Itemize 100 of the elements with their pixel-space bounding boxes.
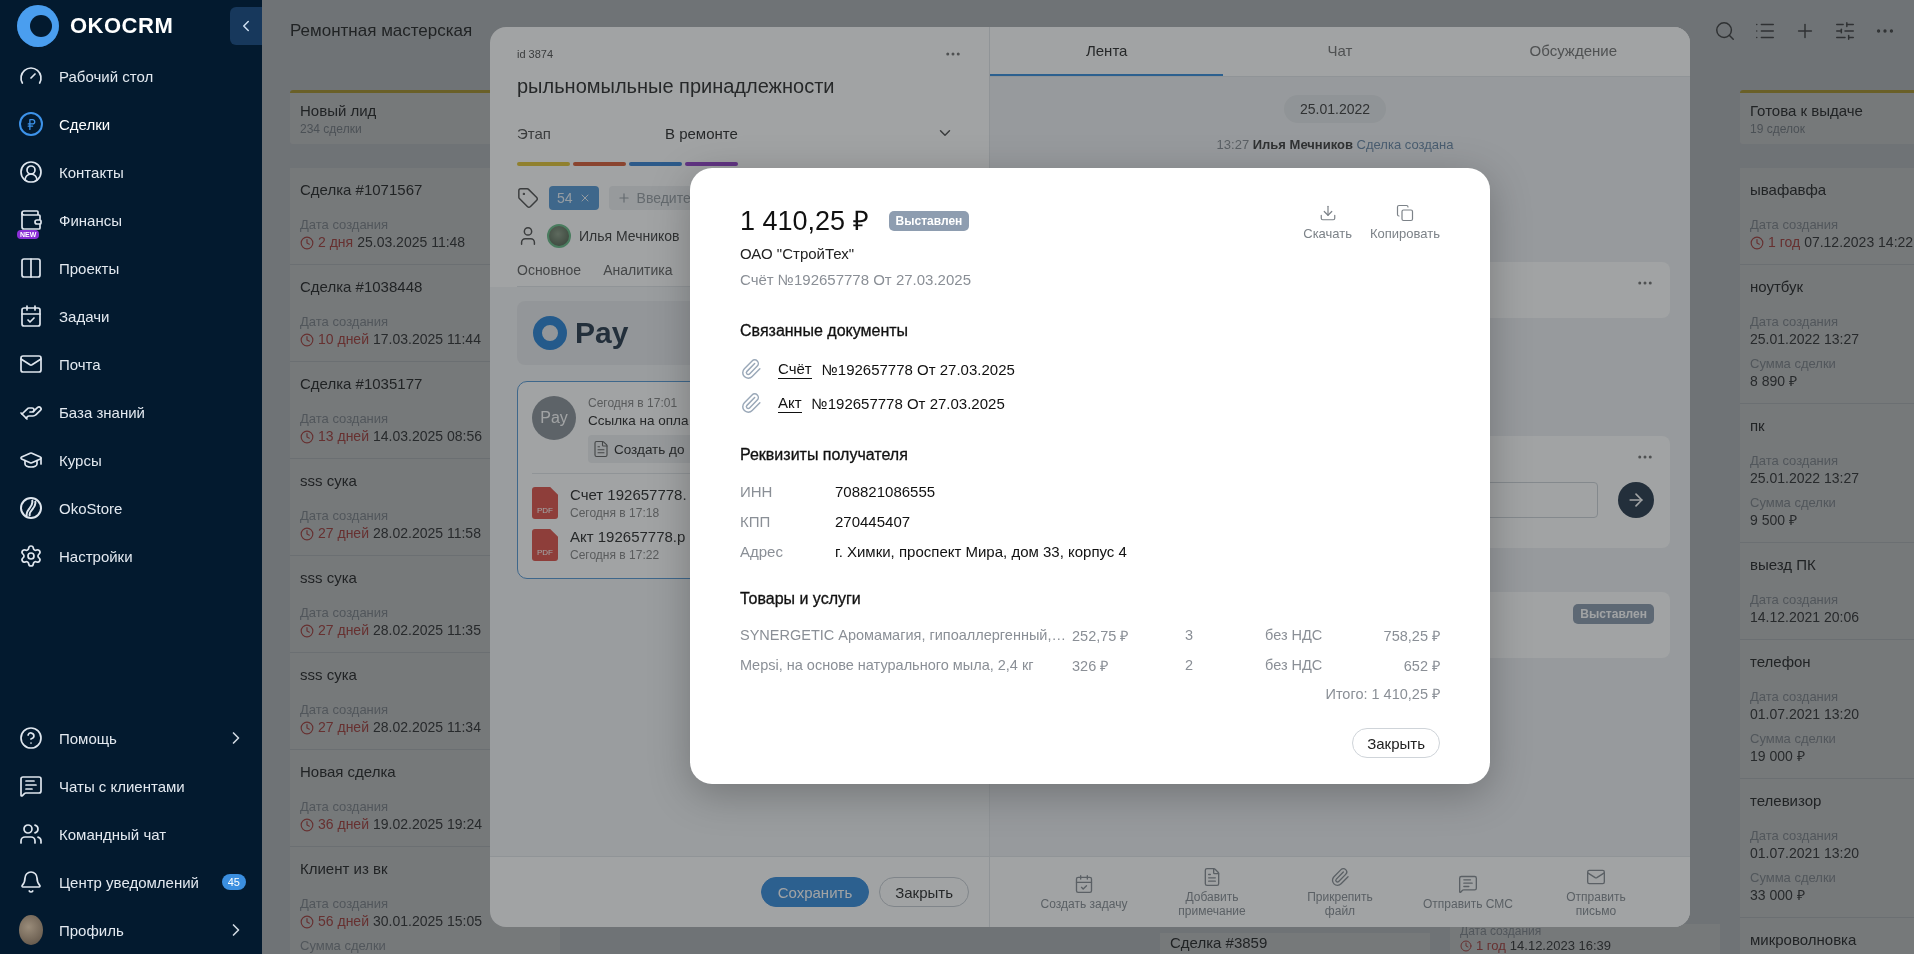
document-number: №192657778 От 27.03.2025 — [821, 360, 1015, 378]
file-name[interactable]: Акт 192657778.p — [570, 528, 686, 545]
date-pill: 25.01.2022 — [1283, 95, 1387, 123]
nav-item[interactable]: Рабочий стол — [0, 52, 262, 100]
invoice-total: Итого: 1 410,25 ₽ — [1324, 685, 1440, 704]
collapse-button[interactable] — [230, 7, 262, 45]
feed-event: 13:27 Илья Мечников Сделка создана — [1216, 137, 1454, 152]
close-button[interactable]: Закрыть — [879, 877, 969, 907]
nav-item[interactable]: Профиль — [0, 906, 262, 954]
deal-sum: 33 000 ₽ — [1750, 886, 1805, 905]
stage-select[interactable]: В ремонте — [665, 124, 962, 142]
nav-item[interactable]: Центр уведомлений 45 — [0, 858, 262, 906]
deal-card[interactable]: микроволновка — [1740, 918, 1914, 954]
feed-action-button[interactable]: Добавить примечание — [1164, 866, 1260, 918]
requisite-value: 708821086555 — [835, 482, 936, 500]
deal-date: 14.12.2021 20:06 — [1750, 608, 1859, 627]
field-label: Этап — [517, 124, 552, 142]
clock-icon — [300, 720, 314, 735]
deal-date: 01.07.2021 13:20 — [1750, 844, 1859, 863]
nav-item[interactable]: Сделки — [0, 100, 262, 148]
status-badge: Выставлен — [888, 211, 970, 231]
item-vat: без НДС — [1265, 657, 1324, 673]
store-logo-icon — [19, 496, 43, 520]
clock-icon — [300, 623, 314, 638]
requisite-label: Адрес — [740, 542, 784, 560]
item-name: SYNERGETIC Аромамагия, гипоаллергенный,… — [740, 627, 1067, 643]
deal-card[interactable]: Сделка #3859 — [1160, 933, 1430, 954]
deal-age: 2 дня — [318, 233, 354, 252]
deal-title: телефон — [1750, 652, 1811, 672]
deal-date: 28.02.2025 11:34 — [372, 718, 481, 737]
requisite-label: КПП — [740, 512, 772, 530]
nav-item[interactable]: База знаний — [0, 388, 262, 436]
message-time: Сегодня в 17:01 — [588, 396, 679, 410]
deal-sum: 19 000 ₽ — [1750, 747, 1805, 766]
nav-item[interactable]: Командный чат — [0, 810, 262, 858]
deal-date: 25.01.2022 13:27 — [1750, 330, 1859, 349]
feed-action-button[interactable]: Отправить письмо — [1548, 866, 1644, 918]
help-icon — [19, 726, 43, 750]
section-title: Связанные документы — [740, 321, 910, 341]
responsible-name: Илья Мечников — [579, 228, 680, 244]
requisite-label: ИНН — [740, 482, 774, 500]
feed-action-button[interactable]: Создать задачу — [1036, 873, 1132, 911]
nav-item[interactable]: Контакты — [0, 148, 262, 196]
clock-icon — [1750, 235, 1764, 250]
deal-id: id 3874 — [517, 48, 554, 60]
send-button[interactable] — [1618, 482, 1654, 518]
copy-button[interactable]: Копировать — [1370, 204, 1440, 241]
message-text: Ссылка на опла — [588, 413, 690, 428]
nav-item[interactable]: Задачи — [0, 292, 262, 340]
feed-tab[interactable]: Лента — [990, 27, 1224, 76]
item-total: 758,25 ₽ — [1383, 627, 1440, 645]
feed-action-button[interactable]: Прикрепить файл — [1292, 866, 1388, 918]
feed-tab[interactable]: Чат — [1223, 27, 1457, 76]
section-tab[interactable]: Аналитика — [603, 262, 673, 278]
item-name: Mepsi, на основе натурального мыла, 2,4 кг — [740, 657, 1035, 673]
deal-title: микроволновка — [1750, 930, 1857, 950]
chat-icon — [1458, 873, 1478, 894]
count-badge: 45 — [221, 874, 246, 890]
deal-date: 01.07.2021 13:20 — [1750, 705, 1859, 724]
deal-date: 25.03.2025 11:48 — [357, 233, 466, 252]
save-button[interactable]: Сохранить — [760, 877, 870, 907]
download-button[interactable]: Скачать — [1303, 204, 1352, 241]
deal-title: sss сука — [300, 471, 357, 491]
calendar-check-icon — [1074, 873, 1094, 894]
deal-title: Сделка #1035177 — [300, 374, 423, 394]
deal-date: 25.01.2022 13:27 — [1750, 469, 1859, 488]
file-time: Сегодня в 17:22 — [570, 548, 661, 562]
clock-icon — [300, 817, 314, 832]
document-link[interactable]: Счёт — [778, 359, 812, 379]
file-time: Сегодня в 17:18 — [570, 506, 661, 520]
search-icon[interactable] — [1714, 20, 1736, 42]
nav-item[interactable]: Курсы — [0, 436, 262, 484]
deal-age: 1 год — [1476, 938, 1506, 953]
nav-item[interactable]: Настройки — [0, 532, 262, 580]
document-link[interactable]: Акт — [778, 393, 802, 413]
nav-item[interactable]: Почта — [0, 340, 262, 388]
nav-item[interactable]: Помощь — [0, 714, 262, 762]
deal-date: 28.02.2025 11:58 — [372, 524, 481, 543]
nav-item[interactable]: Проекты — [0, 244, 262, 292]
section-title: Товары и услуги — [740, 589, 862, 609]
ruble-icon — [19, 112, 43, 136]
tag-chip[interactable]: 54 — [549, 186, 599, 210]
nav-item[interactable]: OkoStore — [0, 484, 262, 532]
feed-tab[interactable]: Обсуждение — [1456, 27, 1690, 76]
deal-title: Сделка #1038448 — [300, 277, 423, 297]
file-name[interactable]: Счет 192657778. — [570, 486, 687, 503]
nav-item[interactable]: Чаты с клиентами — [0, 762, 262, 810]
clock-icon — [1460, 939, 1472, 952]
document-icon — [592, 440, 610, 458]
deal-sum: 8 890 ₽ — [1750, 372, 1797, 391]
item-vat: без НДС — [1265, 627, 1324, 643]
feed-action-button[interactable]: Отправить СМС — [1420, 873, 1516, 911]
item-total: 652 ₽ — [1403, 657, 1440, 675]
board-title: Ремонтная мастерская — [290, 21, 473, 41]
item-quantity: 3 — [1185, 627, 1195, 643]
filter-icon[interactable] — [1834, 20, 1856, 42]
close-button[interactable]: Закрыть — [1352, 728, 1440, 758]
logo-icon — [16, 4, 60, 48]
deal-title: sss сука — [300, 568, 357, 588]
deal-date: 14.03.2025 08:56 — [372, 427, 482, 446]
